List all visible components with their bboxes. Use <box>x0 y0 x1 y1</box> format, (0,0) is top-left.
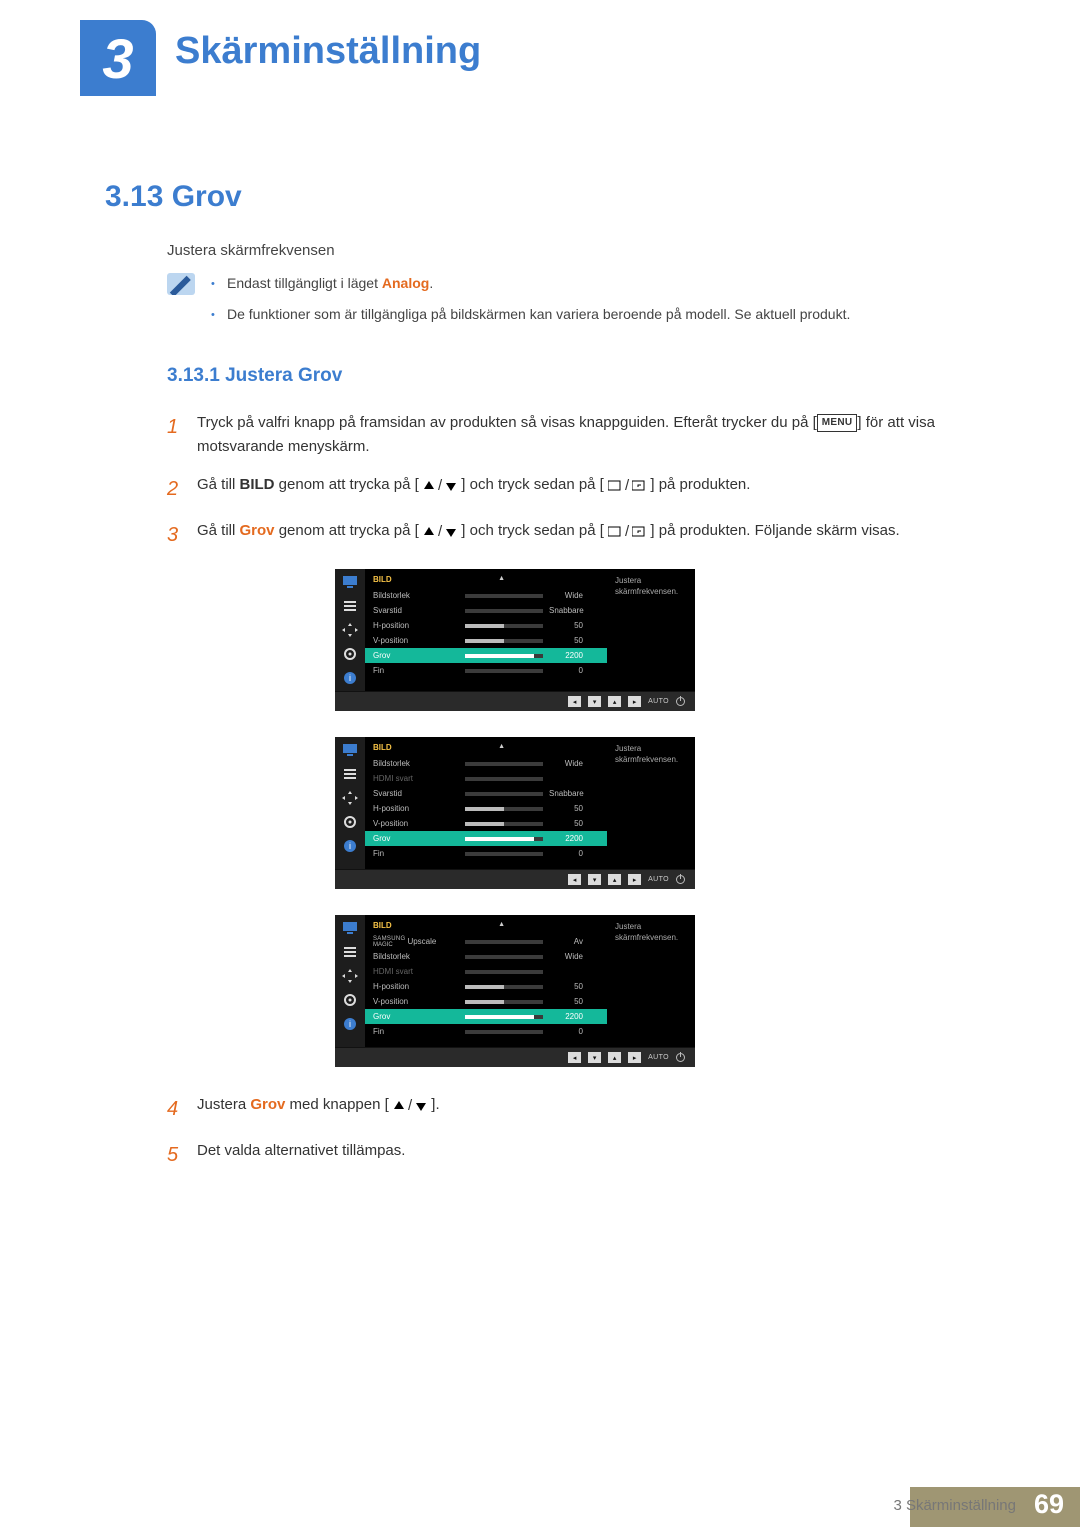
step-2: 2 Gå till BILD genom att trycka på [ / ]… <box>167 473 975 505</box>
note-block: Endast tillgängligt i läget Analog. De f… <box>167 273 975 335</box>
note-icon <box>167 273 195 295</box>
section-heading: 3.13 Grov <box>105 180 975 214</box>
svg-text:i: i <box>349 673 351 683</box>
osd-screenshot-3: i BILD▲ SAMSUNGMAGICUpscale Av Bildstorl… <box>335 915 695 1067</box>
gear-icon <box>341 647 359 661</box>
step-5: 5 Det valda alternativet tillämpas. <box>167 1139 975 1171</box>
page-footer: 3 Skärminställning 69 <box>0 1487 1080 1527</box>
osd-footer: ◂ ▾ ▴ ▸ AUTO <box>335 1047 695 1067</box>
monitor-icon <box>341 743 359 757</box>
nav-right-icon: ▸ <box>628 696 641 707</box>
nav-right-icon: ▸ <box>628 1052 641 1063</box>
svg-text:i: i <box>349 1019 351 1029</box>
nav-left-icon: ◂ <box>568 1052 581 1063</box>
gear-icon <box>341 815 359 829</box>
note-item-2: De funktioner som är tillgängliga på bil… <box>211 304 850 325</box>
osd-help-text: Justera skärmfrekvensen. <box>607 737 695 869</box>
monitor-icon <box>341 921 359 935</box>
nav-up-icon: ▴ <box>608 1052 621 1063</box>
menu-chip: MENU <box>817 414 858 432</box>
steps-list-continued: 4 Justera Grov med knappen [ / ]. 5 Det … <box>167 1093 975 1171</box>
list-icon <box>341 945 359 959</box>
list-icon <box>341 767 359 781</box>
move-icon <box>341 791 359 805</box>
info-icon: i <box>341 671 359 685</box>
power-icon <box>676 1053 685 1062</box>
osd-help-text: Justera skärmfrekvensen. <box>607 569 695 691</box>
subsection-heading: 3.13.1 Justera Grov <box>167 365 975 387</box>
osd-icon-rail: i <box>335 915 365 1047</box>
enter-icon: / <box>608 520 646 544</box>
up-down-icon: / <box>423 520 457 544</box>
nav-left-icon: ◂ <box>568 696 581 707</box>
osd-help-text: Justera skärmfrekvensen. <box>607 915 695 1047</box>
move-icon <box>341 969 359 983</box>
nav-up-icon: ▴ <box>608 696 621 707</box>
monitor-icon <box>341 575 359 589</box>
nav-down-icon: ▾ <box>588 874 601 885</box>
svg-text:i: i <box>349 841 351 851</box>
osd-footer: ◂ ▾ ▴ ▸ AUTO <box>335 869 695 889</box>
nav-up-icon: ▴ <box>608 874 621 885</box>
power-icon <box>676 697 685 706</box>
footer-text: 3 Skärminställning <box>893 1497 1016 1514</box>
step-1: 1 Tryck på valfri knapp på framsidan av … <box>167 411 975 459</box>
chapter-title: Skärminställning <box>175 30 481 73</box>
move-icon <box>341 623 359 637</box>
osd-screenshot-1: i BILD▲ BildstorlekWide SvarstidSnabbare… <box>335 569 695 711</box>
nav-down-icon: ▾ <box>588 696 601 707</box>
osd-icon-rail: i <box>335 737 365 869</box>
osd-icon-rail: i <box>335 569 365 691</box>
info-icon: i <box>341 839 359 853</box>
enter-icon: / <box>608 474 646 498</box>
osd-footer: ◂ ▾ ▴ ▸ AUTO <box>335 691 695 711</box>
nav-down-icon: ▾ <box>588 1052 601 1063</box>
up-down-icon: / <box>393 1094 427 1118</box>
section-intro: Justera skärmfrekvensen <box>167 242 975 259</box>
up-down-icon: / <box>423 474 457 498</box>
list-icon <box>341 599 359 613</box>
steps-list: 1 Tryck på valfri knapp på framsidan av … <box>167 411 975 551</box>
step-3: 3 Gå till Grov genom att trycka på [ / ]… <box>167 519 975 551</box>
chapter-number-badge: 3 <box>80 20 156 96</box>
nav-right-icon: ▸ <box>628 874 641 885</box>
gear-icon <box>341 993 359 1007</box>
info-icon: i <box>341 1017 359 1031</box>
power-icon <box>676 875 685 884</box>
page-header: 3 Skärminställning <box>0 0 1080 120</box>
page-number: 69 <box>1024 1489 1074 1520</box>
note-item-1: Endast tillgängligt i läget Analog. <box>211 273 850 294</box>
osd-stack: i BILD▲ BildstorlekWide SvarstidSnabbare… <box>335 569 975 1067</box>
step-4: 4 Justera Grov med knappen [ / ]. <box>167 1093 975 1125</box>
osd-screenshot-2: i BILD▲ BildstorlekWide HDMI svart Svars… <box>335 737 695 889</box>
nav-left-icon: ◂ <box>568 874 581 885</box>
